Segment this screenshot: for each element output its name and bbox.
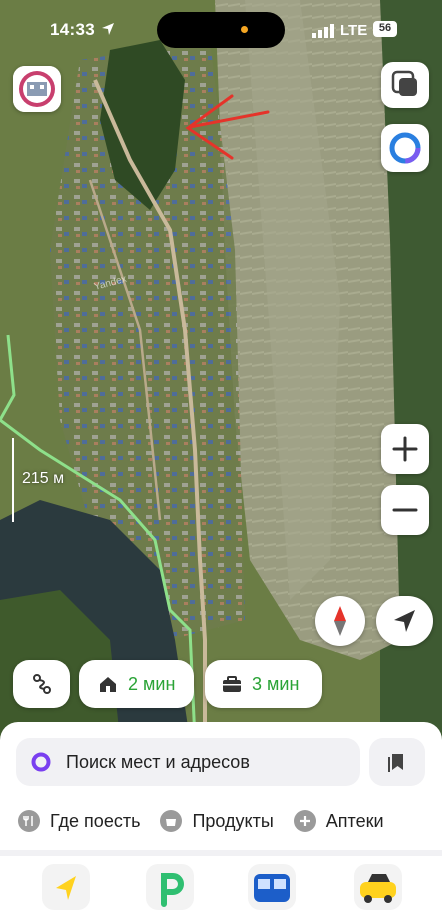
location-arrow-icon <box>102 23 114 35</box>
home-icon <box>100 677 116 692</box>
zoom-out-button[interactable] <box>381 485 429 535</box>
status-bar: 14:33 LTE 56 <box>0 0 442 58</box>
network-type: LTE <box>340 22 368 39</box>
maps-screen: Yandex 14:33 LTE 56 215 м 2 мин 3 мин По… <box>0 0 442 910</box>
camera-dot-icon <box>241 26 248 33</box>
signal-bars-icon <box>312 24 334 38</box>
work-route-chip[interactable]: 3 мин <box>205 660 322 708</box>
briefcase-icon <box>223 676 241 692</box>
plus-icon <box>293 810 316 832</box>
category-label: Продукты <box>192 810 274 831</box>
my-location-button[interactable] <box>376 596 433 646</box>
scale-label: 215 м <box>22 470 65 487</box>
dynamic-island <box>157 12 285 48</box>
category-label: Где поесть <box>50 810 141 831</box>
compass-icon <box>334 606 346 636</box>
category-list: Где поесть Продукты Аптеки <box>18 806 442 836</box>
route-button[interactable] <box>13 660 70 708</box>
fork-knife-icon <box>18 810 40 832</box>
divider <box>0 850 442 856</box>
profile-avatar-button[interactable] <box>13 66 61 112</box>
category-label: Аптеки <box>325 810 384 831</box>
plus-icon <box>392 436 418 462</box>
alice-assistant-icon <box>389 132 421 164</box>
parking-app-icon[interactable] <box>146 864 194 910</box>
category-food[interactable]: Где поесть <box>18 806 140 836</box>
status-time: 14:33 <box>50 20 95 39</box>
minus-icon <box>392 508 418 512</box>
work-route-time: 3 мин <box>252 673 300 694</box>
app-shortcuts <box>0 864 442 910</box>
navigation-arrow-icon <box>394 610 415 632</box>
route-icon <box>32 674 51 694</box>
category-pharmacies[interactable]: Аптеки <box>293 806 384 836</box>
search-placeholder: Поиск мест и адресов <box>66 751 250 772</box>
alice-voice-button[interactable] <box>381 124 429 172</box>
category-groceries[interactable]: Продукты <box>160 806 274 836</box>
avatar <box>13 66 61 112</box>
navigator-app-icon[interactable] <box>42 864 90 910</box>
bottom-sheet: Поиск мест и адресов Где поесть Продукты <box>0 722 442 910</box>
map-layers-button[interactable] <box>381 62 429 108</box>
basket-icon <box>160 810 183 832</box>
bookmarks-icon <box>388 754 403 772</box>
home-route-chip[interactable]: 2 мин <box>79 660 194 708</box>
battery-indicator: 56 <box>373 21 397 37</box>
taxi-app-icon[interactable] <box>354 864 402 910</box>
search-input[interactable]: Поиск мест и адресов <box>16 738 360 786</box>
alice-search-icon <box>31 752 51 772</box>
bookmarks-button[interactable] <box>369 738 425 786</box>
home-route-time: 2 мин <box>128 673 176 694</box>
zoom-in-button[interactable] <box>381 424 429 474</box>
compass-button[interactable] <box>315 596 365 646</box>
transport-app-icon[interactable] <box>248 864 296 910</box>
layers-icon <box>391 70 417 96</box>
scale-bar <box>12 438 14 522</box>
